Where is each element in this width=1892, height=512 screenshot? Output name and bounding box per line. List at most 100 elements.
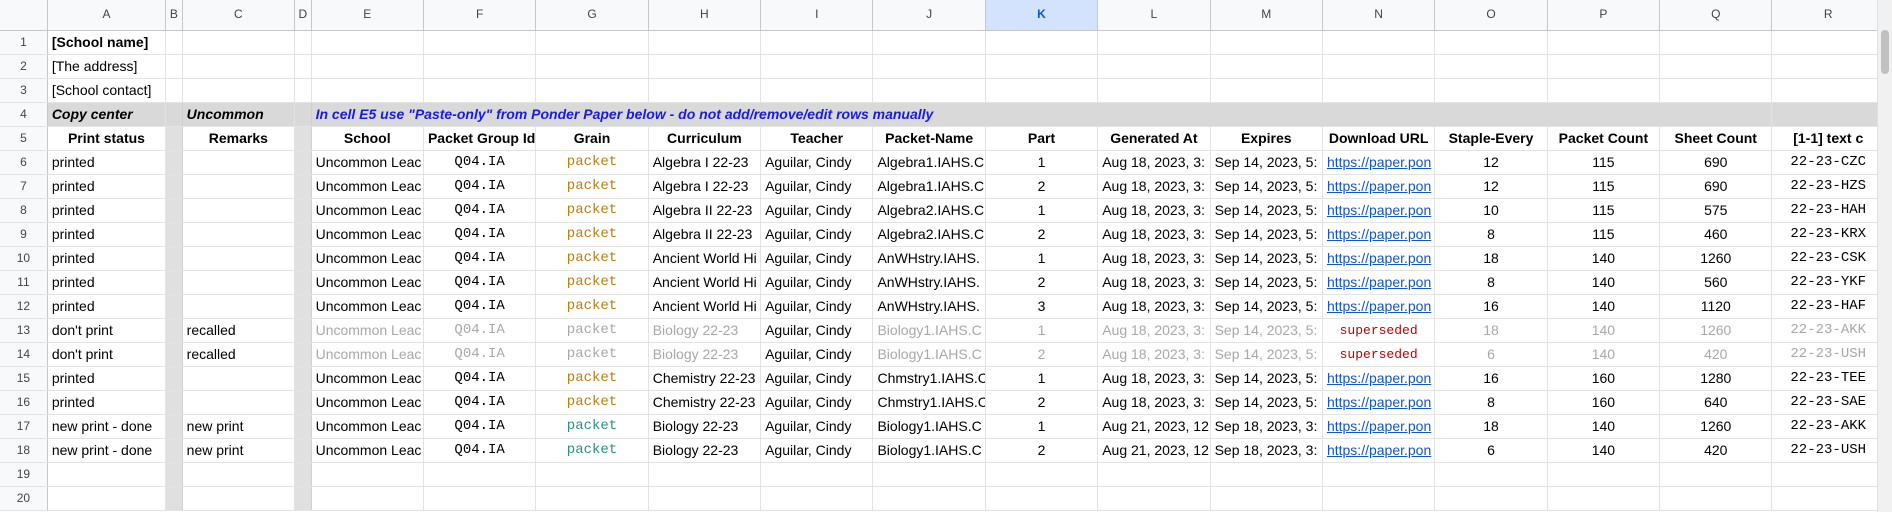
cell-a13[interactable]: don't print	[47, 318, 167, 343]
cell-d4[interactable]	[294, 102, 312, 127]
cell-m7[interactable]: Sep 14, 2023, 5:	[1210, 174, 1323, 199]
cell-n14[interactable]: superseded	[1322, 342, 1436, 367]
cell-e14[interactable]: Uncommon Leac	[311, 342, 424, 367]
cell-b11[interactable]	[165, 270, 183, 295]
cell-b18[interactable]	[165, 438, 183, 463]
cell-i17[interactable]: Aguilar, Cindy	[760, 414, 874, 439]
cell-d5[interactable]	[294, 126, 312, 151]
cell-r18[interactable]: 22-23-USH	[1771, 438, 1878, 463]
cell-h14[interactable]: Biology 22-23	[648, 342, 762, 367]
cell-n1[interactable]	[1322, 30, 1436, 55]
cell-m13[interactable]: Sep 14, 2023, 5:	[1210, 318, 1323, 343]
cell-a6[interactable]: printed	[47, 150, 167, 175]
cell-p8[interactable]: 115	[1547, 198, 1661, 223]
cell-c12[interactable]	[182, 294, 296, 319]
cell-a10[interactable]: printed	[47, 246, 167, 271]
cell-r6[interactable]: 22-23-CZC	[1771, 150, 1878, 175]
cell-e13[interactable]: Uncommon Leac	[311, 318, 424, 343]
cell-d18[interactable]	[294, 438, 312, 463]
cell-r17[interactable]: 22-23-AKK	[1771, 414, 1878, 439]
cell-b20[interactable]	[165, 486, 183, 511]
cell-q10[interactable]: 1260	[1659, 246, 1773, 271]
column-header-b[interactable]: B	[165, 0, 183, 31]
cell-n15[interactable]: https://paper.pon	[1322, 366, 1436, 391]
cell-r16[interactable]: 22-23-SAE	[1771, 390, 1878, 415]
cell-b13[interactable]	[165, 318, 183, 343]
cell-g1[interactable]	[535, 30, 649, 55]
column-header-i[interactable]: I	[760, 0, 874, 31]
cell-c19[interactable]	[182, 462, 296, 487]
row-header-14[interactable]: 14	[0, 342, 48, 367]
cell-a5[interactable]: Print status	[47, 126, 167, 151]
scrollbar-thumb[interactable]	[1881, 30, 1889, 74]
cell-b9[interactable]	[165, 222, 183, 247]
spreadsheet-grid[interactable]: A B C D E F G H I J K L M N O P Q R 1 [School name] 2 [The ad…	[0, 0, 1878, 512]
cell-d3[interactable]	[294, 78, 312, 103]
column-header-h[interactable]: H	[648, 0, 762, 31]
cell-h17[interactable]: Biology 22-23	[648, 414, 762, 439]
cell-g8[interactable]: packet	[535, 198, 649, 223]
cell-n11[interactable]: https://paper.pon	[1322, 270, 1436, 295]
cell-m11[interactable]: Sep 14, 2023, 5:	[1210, 270, 1323, 295]
column-header-p[interactable]: P	[1547, 0, 1661, 31]
cell-o3[interactable]	[1434, 78, 1548, 103]
cell-f5[interactable]: Packet Group Id	[423, 126, 537, 151]
cell-m6[interactable]: Sep 14, 2023, 5:	[1210, 150, 1323, 175]
cell-f11[interactable]: Q04.IA	[423, 270, 537, 295]
cell-c9[interactable]	[182, 222, 296, 247]
cell-f18[interactable]: Q04.IA	[423, 438, 537, 463]
cell-k10[interactable]: 1	[985, 246, 1099, 271]
cell-h5[interactable]: Curriculum	[648, 126, 762, 151]
cell-o9[interactable]: 8	[1434, 222, 1548, 247]
cell-a3[interactable]: [School contact]	[47, 78, 167, 103]
cell-l15[interactable]: Aug 18, 2023, 3:	[1097, 366, 1211, 391]
cell-j10[interactable]: AnWHstry.IAHS.	[872, 246, 986, 271]
cell-g13[interactable]: packet	[535, 318, 649, 343]
cell-d9[interactable]	[294, 222, 312, 247]
cell-a14[interactable]: don't print	[47, 342, 167, 367]
cell-o6[interactable]: 12	[1434, 150, 1548, 175]
cell-g11[interactable]: packet	[535, 270, 649, 295]
cell-e9[interactable]: Uncommon Leac	[311, 222, 424, 247]
cell-j1[interactable]	[872, 30, 986, 55]
cell-k17[interactable]: 1	[985, 414, 1099, 439]
cell-g9[interactable]: packet	[535, 222, 649, 247]
cell-e5[interactable]: School	[311, 126, 424, 151]
cell-m14[interactable]: Sep 14, 2023, 5:	[1210, 342, 1323, 367]
cell-k20[interactable]	[985, 486, 1099, 511]
cell-f15[interactable]: Q04.IA	[423, 366, 537, 391]
cell-k1[interactable]	[985, 30, 1099, 55]
column-header-n[interactable]: N	[1322, 0, 1436, 31]
cell-b16[interactable]	[165, 390, 183, 415]
cell-n6[interactable]: https://paper.pon	[1322, 150, 1436, 175]
cell-i13[interactable]: Aguilar, Cindy	[760, 318, 874, 343]
cell-o14[interactable]: 6	[1434, 342, 1548, 367]
cell-c6[interactable]	[182, 150, 296, 175]
cell-k12[interactable]: 3	[985, 294, 1099, 319]
cell-d13[interactable]	[294, 318, 312, 343]
cell-r3[interactable]	[1771, 78, 1878, 103]
column-header-e[interactable]: E	[311, 0, 424, 31]
cell-p2[interactable]	[1547, 54, 1661, 79]
cell-f17[interactable]: Q04.IA	[423, 414, 537, 439]
cell-o13[interactable]: 18	[1434, 318, 1548, 343]
cell-i6[interactable]: Aguilar, Cindy	[760, 150, 874, 175]
cell-h9[interactable]: Algebra II 22-23	[648, 222, 762, 247]
cell-l16[interactable]: Aug 18, 2023, 3:	[1097, 390, 1211, 415]
row-header-11[interactable]: 11	[0, 270, 48, 295]
cell-o18[interactable]: 6	[1434, 438, 1548, 463]
cell-b2[interactable]	[165, 54, 183, 79]
cell-c3[interactable]	[182, 78, 296, 103]
cell-b6[interactable]	[165, 150, 183, 175]
column-header-a[interactable]: A	[47, 0, 167, 31]
row-header-8[interactable]: 8	[0, 198, 48, 223]
cell-q5[interactable]: Sheet Count	[1659, 126, 1773, 151]
cell-p15[interactable]: 160	[1547, 366, 1661, 391]
cell-c7[interactable]	[182, 174, 296, 199]
cell-d15[interactable]	[294, 366, 312, 391]
cell-l3[interactable]	[1097, 78, 1211, 103]
cell-k16[interactable]: 2	[985, 390, 1099, 415]
cell-r4[interactable]	[1771, 102, 1878, 127]
cell-d17[interactable]	[294, 414, 312, 439]
column-header-r[interactable]: R	[1771, 0, 1878, 31]
